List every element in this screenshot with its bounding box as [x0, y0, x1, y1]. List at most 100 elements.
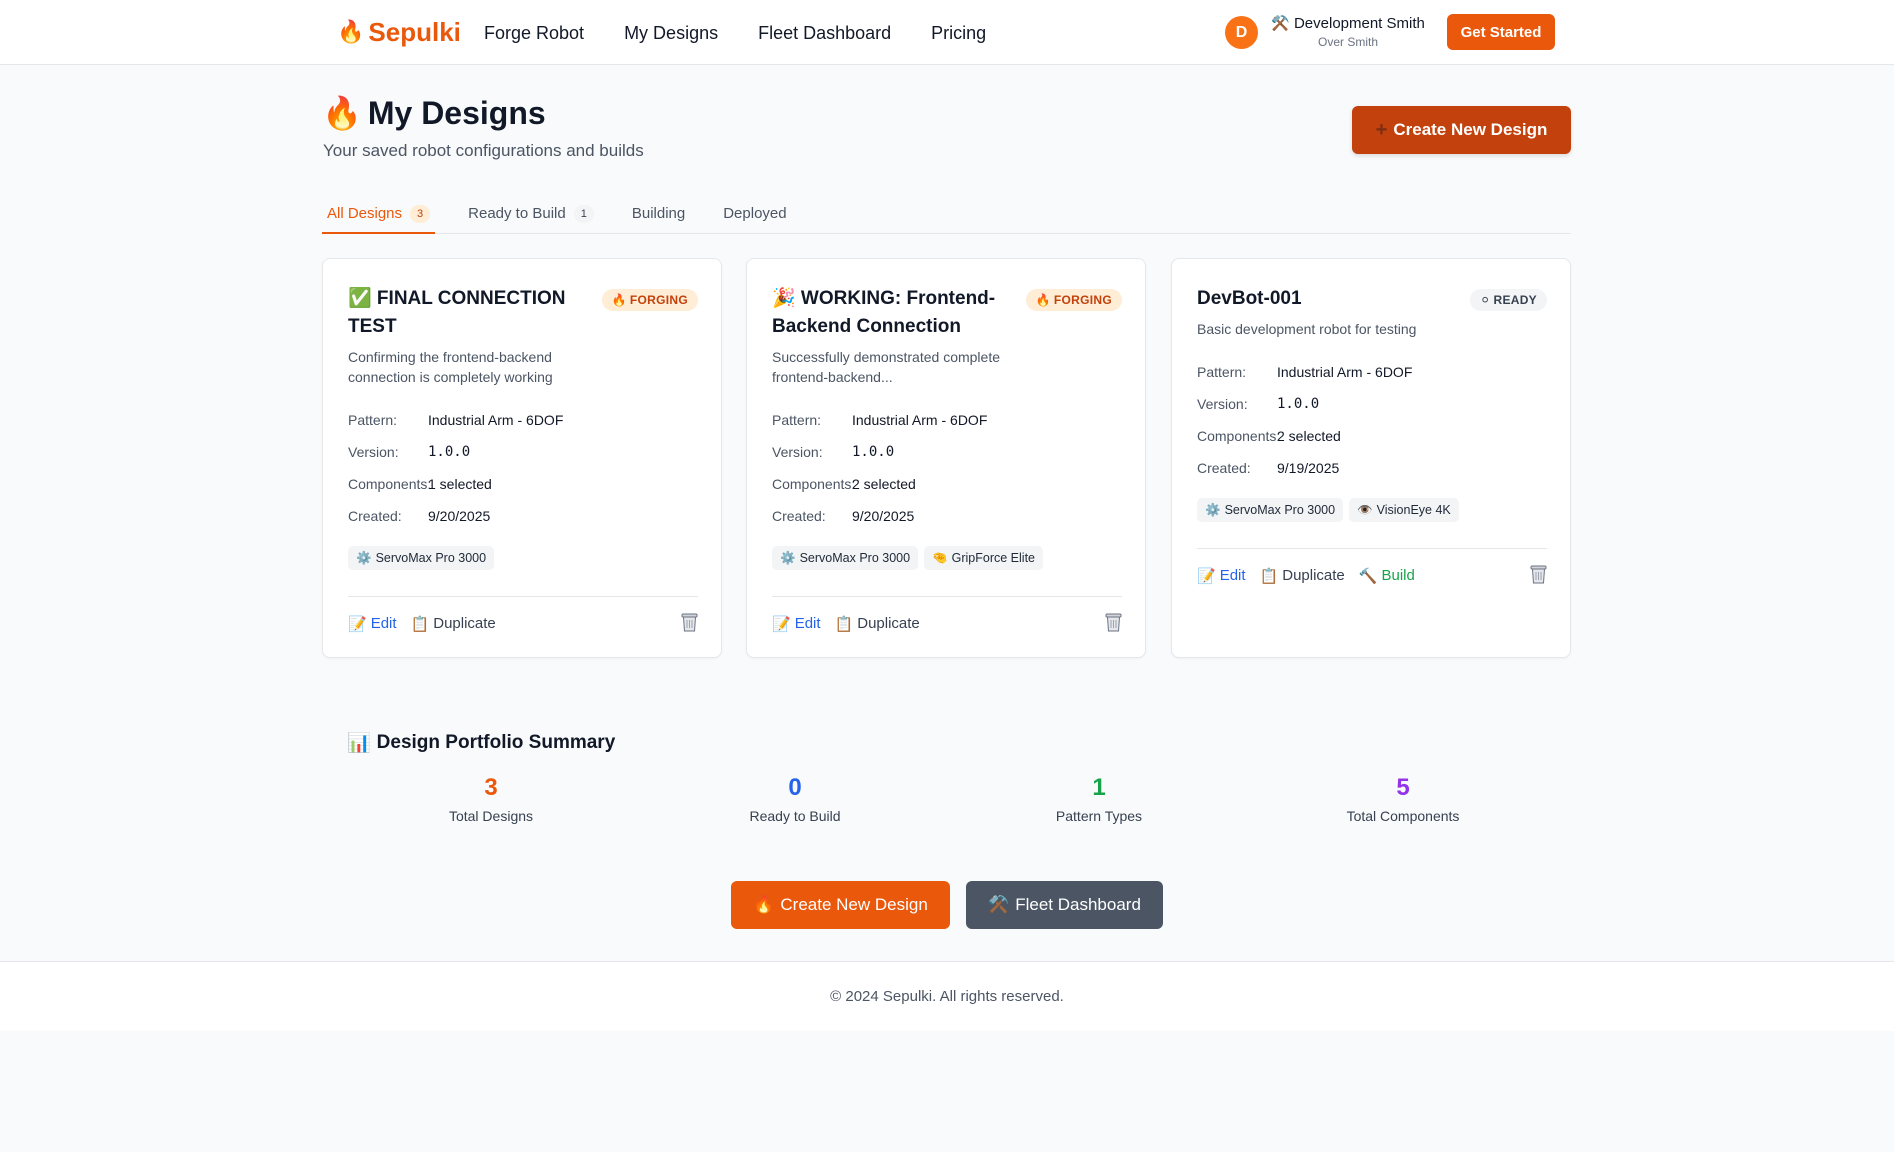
get-started-button[interactable]: Get Started [1447, 14, 1555, 50]
component-tag: ⚙️ ServoMax Pro 3000 [1197, 498, 1344, 522]
component-name: ServoMax Pro 3000 [1224, 503, 1336, 517]
stat-total-designs: 3 Total Designs [391, 772, 591, 826]
build-label: Build [1381, 567, 1415, 584]
hammer-pick-icon: ⚒️ [988, 895, 1010, 914]
bar-chart-icon: 📊 [347, 733, 371, 754]
spec-version: Version: 1.0.0 [348, 436, 698, 468]
page-title: 🔥 My Designs [322, 94, 546, 132]
tab-label: Building [631, 205, 686, 222]
design-filter-tabs: All Designs 3 Ready to Build 1 Building … [322, 199, 1571, 234]
page-title-text: My Designs [367, 94, 546, 131]
plus-icon: + [1375, 118, 1388, 141]
flame-icon: 🔥 [322, 95, 362, 131]
design-description: Basic development robot for testing [1197, 321, 1417, 337]
duplicate-label: Duplicate [857, 615, 920, 632]
component-name: ServoMax Pro 3000 [375, 551, 487, 565]
design-description: Confirming the frontend-backend connecti… [348, 349, 553, 385]
tab-building[interactable]: Building [627, 199, 690, 234]
design-specs: Pattern: Industrial Arm - 6DOF Version: 1.… [348, 404, 698, 532]
user-info[interactable]: ⚒️ Development Smith Over Smith [1268, 14, 1428, 50]
build-button[interactable]: 🔨 Build [1359, 567, 1415, 585]
tab-deployed[interactable]: Deployed [718, 199, 791, 234]
clipboard-icon: 📋 [410, 615, 430, 633]
stat-label: Total Designs [448, 808, 534, 824]
spec-components: Components: 2 selected [1197, 420, 1547, 452]
trash-icon[interactable] [1105, 612, 1122, 632]
nav-fleet-dashboard[interactable]: Fleet Dashboard [758, 19, 891, 47]
design-specs: Pattern: Industrial Arm - 6DOF Version: 1.… [1197, 356, 1547, 484]
flame-icon: 🔥 [753, 895, 775, 914]
spec-label: Pattern: [1197, 364, 1247, 380]
user-role: Over Smith [1317, 35, 1378, 49]
design-title[interactable]: DevBot-001 [1197, 285, 1447, 313]
spec-pattern: Pattern: Industrial Arm - 6DOF [1197, 356, 1547, 388]
spec-value: 9/20/2025 [852, 508, 915, 524]
duplicate-button[interactable]: 📋 Duplicate [835, 615, 920, 633]
spec-label: Created: [348, 508, 402, 524]
brand-logo[interactable]: 🔥 Sepulki [337, 14, 461, 50]
edit-button[interactable]: 📝 Edit [1197, 567, 1246, 585]
spec-value: Industrial Arm - 6DOF [1277, 364, 1413, 380]
spec-value: 1.0.0 [1277, 396, 1320, 412]
summary-title-text: Design Portfolio Summary [376, 732, 616, 753]
gear-icon: ⚙️ [1205, 502, 1221, 517]
spec-version: Version: 1.0.0 [772, 436, 1122, 468]
spec-label: Version: [1197, 396, 1248, 412]
stat-label: Total Components [1346, 808, 1460, 824]
spec-label: Components: [772, 476, 856, 492]
duplicate-label: Duplicate [433, 615, 496, 632]
clipboard-icon: 📋 [1259, 567, 1279, 585]
design-card-body: 🎉 WORKING: Frontend-Backend Connection 🔥… [772, 285, 1122, 570]
duplicate-button[interactable]: 📋 Duplicate [411, 615, 496, 633]
memo-icon: 📝 [1197, 567, 1216, 585]
status-badge: 🔥 FORGING [1025, 289, 1122, 311]
flame-icon: 🔥 [611, 293, 627, 307]
gear-icon: ⚙️ [356, 550, 372, 565]
trash-icon[interactable] [681, 612, 698, 632]
card-actions: 📝 Edit 📋 Duplicate 🔨 Build [1197, 548, 1547, 602]
spec-value: 9/19/2025 [1277, 460, 1340, 476]
spec-value: 1.0.0 [852, 444, 895, 460]
nav-my-designs[interactable]: My Designs [624, 19, 718, 47]
main-nav: Forge Robot My Designs Fleet Dashboard P… [484, 19, 986, 47]
memo-icon: 📝 [772, 615, 791, 633]
edit-label: Edit [1219, 567, 1246, 584]
spec-created: Created: 9/19/2025 [1197, 452, 1547, 484]
pinch-hand-icon: 🤏 [932, 550, 948, 565]
tab-all-designs[interactable]: All Designs 3 [322, 199, 436, 234]
clipboard-icon: 📋 [834, 615, 854, 633]
brand-name: Sepulki [368, 16, 461, 47]
spec-created: Created: 9/20/2025 [772, 500, 1122, 532]
edit-button[interactable]: 📝 Edit [772, 615, 821, 633]
trash-icon[interactable] [1530, 564, 1547, 584]
spec-label: Created: [1197, 460, 1251, 476]
component-tag: ⚙️ ServoMax Pro 3000 [772, 546, 919, 570]
design-card-body: ✅ FINAL CONNECTION TEST 🔥 FORGING Confir… [348, 285, 698, 570]
duplicate-button[interactable]: 📋 Duplicate [1260, 567, 1345, 585]
spec-label: Pattern: [772, 412, 822, 428]
spec-version: Version: 1.0.0 [1197, 388, 1547, 420]
tab-count-badge: 3 [410, 205, 431, 223]
design-title[interactable]: 🎉 WORKING: Frontend-Backend Connection [772, 285, 1022, 341]
spec-value: 1 selected [428, 476, 492, 492]
fleet-dashboard-button[interactable]: ⚒️ Fleet Dashboard [966, 881, 1163, 929]
create-new-design-bottom-button[interactable]: 🔥 Create New Design [731, 881, 950, 929]
spec-label: Pattern: [348, 412, 398, 428]
component-tag: 👁️ VisionEye 4K [1349, 498, 1459, 522]
nav-forge-robot[interactable]: Forge Robot [484, 19, 584, 47]
edit-button[interactable]: 📝 Edit [348, 615, 397, 633]
create-new-design-button[interactable]: + Create New Design [1352, 106, 1571, 154]
user-name-line: ⚒️ Development Smith [1268, 14, 1428, 34]
nav-pricing[interactable]: Pricing [931, 19, 986, 47]
edit-label: Edit [794, 615, 821, 632]
design-title[interactable]: ✅ FINAL CONNECTION TEST [348, 285, 598, 341]
card-actions: 📝 Edit 📋 Duplicate [772, 596, 1122, 650]
tab-label: Deployed [723, 205, 787, 222]
circle-icon: ⚪ [1480, 293, 1491, 307]
spec-value: 2 selected [1277, 428, 1341, 444]
tab-ready-to-build[interactable]: Ready to Build 1 [463, 199, 599, 234]
footer: © 2024 Sepulki. All rights reserved. [0, 961, 1894, 1031]
design-card: DevBot-001 ⚪ READY Basic development rob… [1171, 258, 1571, 658]
avatar[interactable]: D [1225, 16, 1258, 49]
status-text: FORGING [1053, 293, 1112, 307]
